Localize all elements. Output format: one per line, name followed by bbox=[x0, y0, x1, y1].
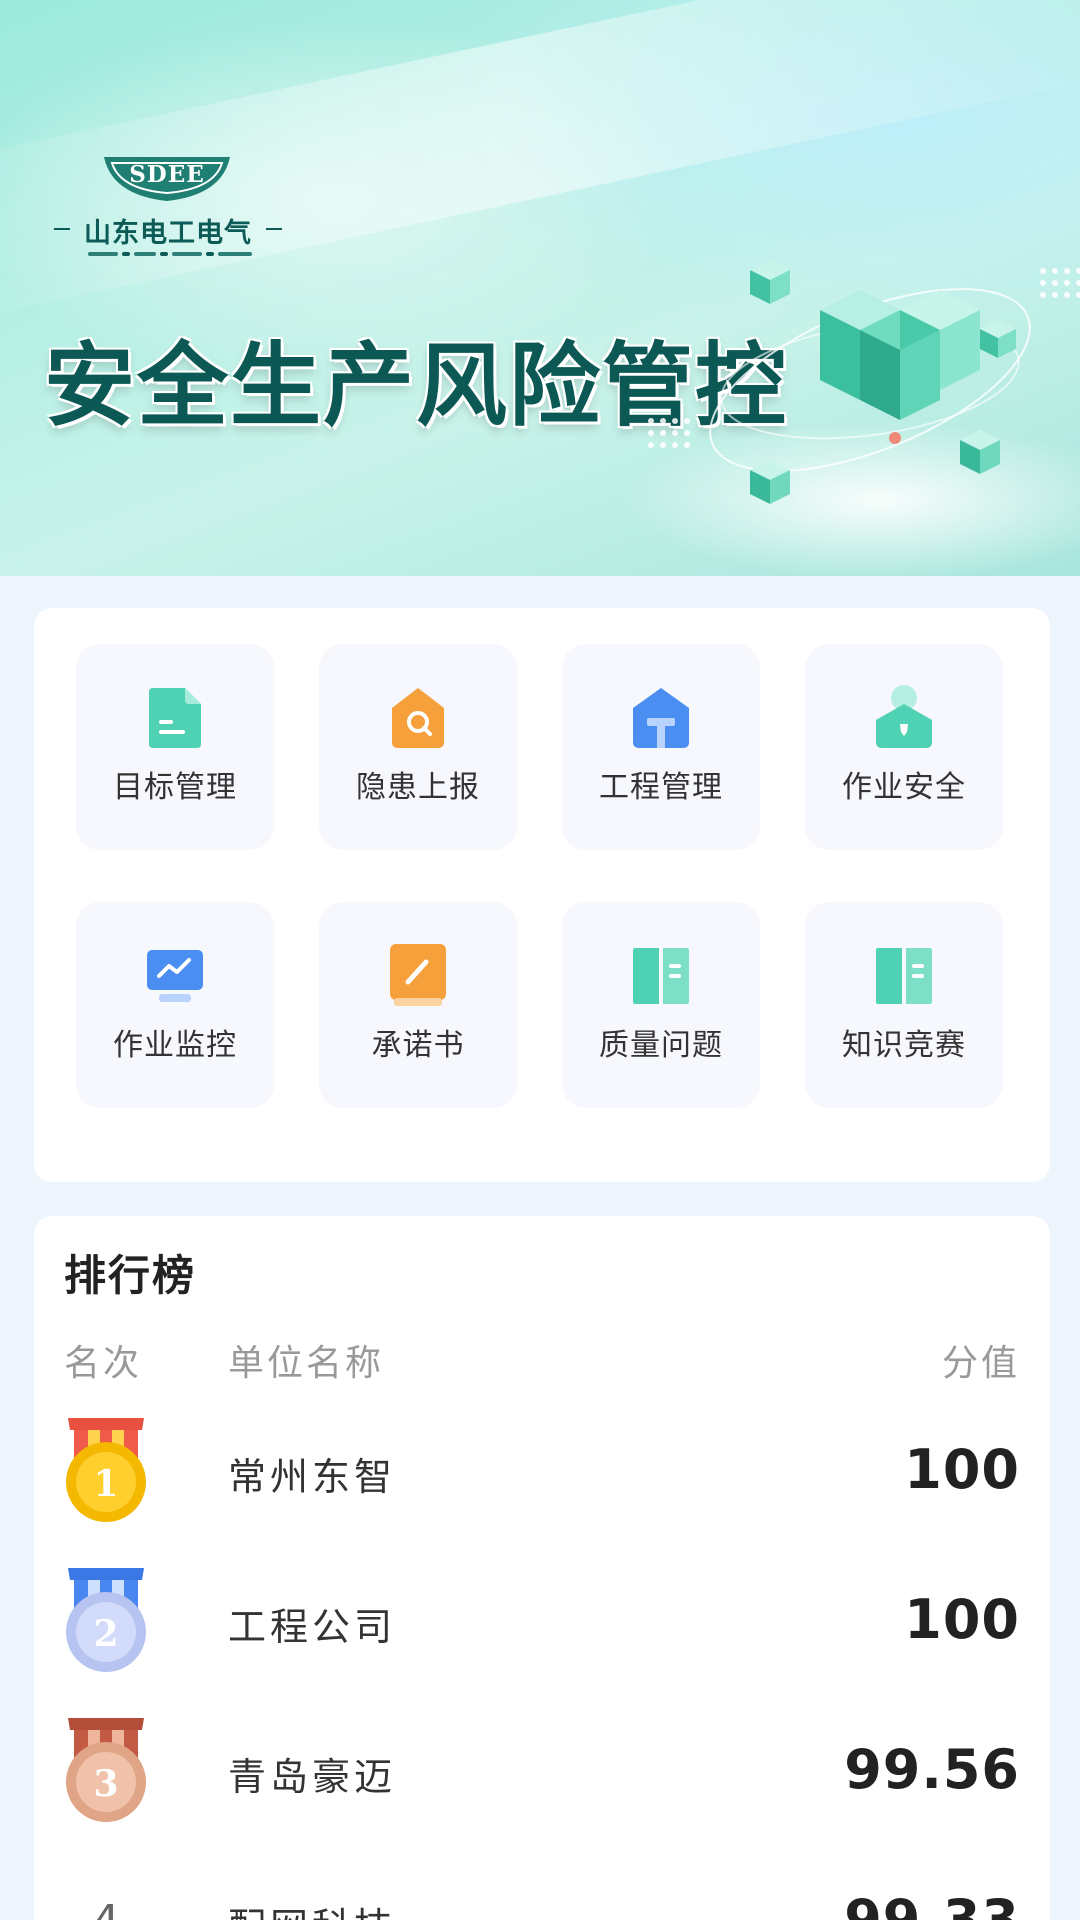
rank-number: 4 bbox=[64, 1896, 148, 1920]
company-logo: SDEE 山东电工电气 bbox=[52, 155, 292, 265]
house-icon bbox=[633, 688, 689, 748]
menu-item-target-management[interactable]: 目标管理 bbox=[76, 644, 274, 850]
unit-name: 常州东智 bbox=[228, 1455, 397, 1499]
book-icon bbox=[876, 948, 932, 1004]
medal-number: 2 bbox=[93, 1613, 118, 1655]
ranking-card: 排行榜 名次 单位名称 分值 1 常州东智 100 2 工程公司 100 3 青… bbox=[34, 1216, 1050, 1920]
menu-label: 目标管理 bbox=[113, 770, 237, 805]
menu-item-hazard-report[interactable]: 隐患上报 bbox=[319, 644, 517, 850]
menu-item-work-monitoring[interactable]: 作业监控 bbox=[76, 902, 274, 1108]
logo-abbreviation: SDEE bbox=[129, 161, 205, 188]
feature-menu-grid: 目标管理 隐患上报 工程管理 作业安全 作业监控 承诺书 质量问题 知识竞赛 bbox=[76, 644, 1003, 1108]
gold-medal-icon: 1 bbox=[66, 1418, 146, 1522]
medal-number: 3 bbox=[93, 1763, 118, 1805]
menu-item-project-management[interactable]: 工程管理 bbox=[562, 644, 760, 850]
cube-illustration bbox=[709, 260, 1031, 504]
pen-note-icon bbox=[390, 944, 446, 1006]
menu-label: 作业监控 bbox=[113, 1028, 237, 1063]
book-icon bbox=[633, 948, 689, 1004]
unit-name: 配网科技 bbox=[228, 1896, 396, 1920]
score-value: 100 bbox=[904, 1588, 1020, 1651]
ranking-row[interactable]: 3 青岛豪迈 99.56 bbox=[64, 1716, 1020, 1826]
monitor-icon bbox=[147, 950, 203, 1002]
menu-label: 隐患上报 bbox=[356, 770, 480, 805]
menu-item-quality-issues[interactable]: 质量问题 bbox=[562, 902, 760, 1108]
menu-label: 作业安全 bbox=[842, 770, 966, 805]
header-score: 分值 bbox=[941, 1343, 1020, 1384]
header-rank: 名次 bbox=[64, 1343, 143, 1384]
decor-dots bbox=[1040, 268, 1080, 298]
ranking-row[interactable]: 1 常州东智 100 bbox=[64, 1416, 1020, 1526]
menu-item-knowledge-contest[interactable]: 知识竞赛 bbox=[805, 902, 1003, 1108]
score-value: 100 bbox=[904, 1438, 1020, 1501]
decor-dots bbox=[648, 418, 690, 448]
ranking-title: 排行榜 bbox=[64, 1251, 197, 1300]
menu-item-work-safety[interactable]: 作业安全 bbox=[805, 644, 1003, 850]
score-value: 99.33 bbox=[844, 1888, 1020, 1920]
menu-item-commitment-letter[interactable]: 承诺书 bbox=[319, 902, 517, 1108]
medal-number: 1 bbox=[93, 1463, 118, 1505]
safety-person-icon bbox=[876, 685, 932, 748]
unit-name: 青岛豪迈 bbox=[228, 1755, 397, 1799]
bronze-medal-icon: 3 bbox=[66, 1718, 146, 1822]
menu-label: 工程管理 bbox=[599, 770, 723, 805]
document-icon bbox=[149, 688, 201, 748]
unit-name: 工程公司 bbox=[228, 1605, 397, 1649]
silver-medal-icon: 2 bbox=[66, 1568, 146, 1672]
header-unit: 单位名称 bbox=[228, 1343, 385, 1384]
hero-banner: SDEE 山东电工电气 安全生产风险管控 bbox=[0, 0, 1080, 576]
menu-label: 承诺书 bbox=[371, 1028, 465, 1063]
search-tag-icon bbox=[392, 688, 444, 748]
ranking-header: 名次 单位名称 分值 bbox=[64, 1334, 1020, 1384]
logo-company-name: 山东电工电气 bbox=[52, 211, 284, 250]
score-value: 99.56 bbox=[844, 1738, 1020, 1801]
menu-label: 知识竞赛 bbox=[842, 1028, 966, 1063]
menu-label: 质量问题 bbox=[599, 1028, 723, 1063]
logo-tagline-mark bbox=[88, 251, 252, 257]
ranking-row[interactable]: 4 配网科技 99.33 bbox=[64, 1866, 1020, 1920]
feature-menu-card: 目标管理 隐患上报 工程管理 作业安全 作业监控 承诺书 质量问题 知识竞赛 bbox=[34, 608, 1050, 1182]
ranking-row[interactable]: 2 工程公司 100 bbox=[64, 1566, 1020, 1676]
